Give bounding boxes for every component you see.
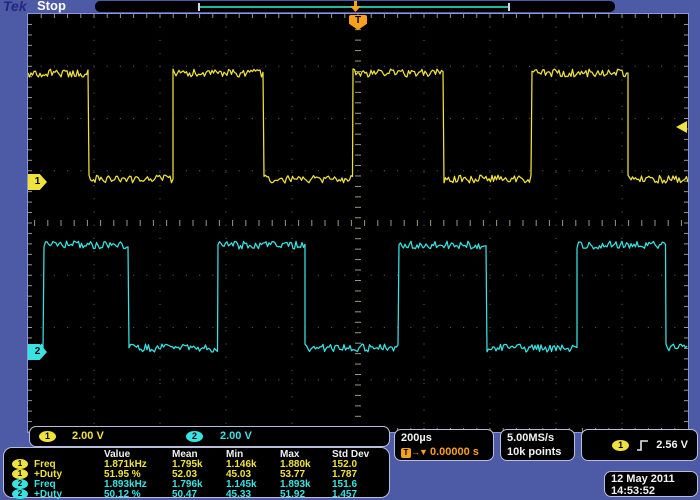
channel1-scale[interactable]: 2.00 V: [72, 430, 104, 442]
channel1-badge[interactable]: 1: [39, 431, 56, 442]
measurement-max: 51.92: [280, 489, 332, 500]
time-text: 14:53:52: [611, 485, 697, 497]
measurement-channel-badge: 1: [12, 459, 28, 469]
measurement-grid: Value Mean Min Max Std Dev 1Freq1.871kHz…: [4, 448, 389, 499]
trigger-level-value: 2.56 V: [656, 439, 688, 451]
timebase-scale: 200µs: [401, 431, 493, 445]
measurement-channel-badge: 2: [12, 489, 28, 499]
date-text: 12 May 2011: [611, 473, 697, 485]
trigger-position-arrowhead-icon[interactable]: [350, 6, 361, 12]
measurement-mean: 50.47: [172, 489, 226, 500]
graticule: T 1 2: [27, 13, 689, 433]
tek-logo: Tek: [3, 0, 27, 14]
trigger-position-readout: T→▼ 0.00000 s: [401, 445, 493, 459]
measurement-table: Value Mean Min Max Std Dev 1Freq1.871kHz…: [3, 447, 390, 498]
acquisition-readout[interactable]: 5.00MS/s 10k points: [500, 429, 575, 461]
timebase-readout[interactable]: 200µs T→▼ 0.00000 s: [394, 429, 494, 461]
measurement-name: +Duty: [34, 489, 104, 500]
waveform-plot: [28, 14, 688, 432]
channel-scale-readout: 1 2.00 V 2 2.00 V: [29, 426, 390, 447]
acquisition-status: Stop: [37, 0, 66, 13]
trigger-source-badge: 1: [612, 440, 629, 451]
measurement-stddev: 1.457: [332, 489, 391, 500]
measurement-min: 45.33: [226, 489, 280, 500]
window-left-bracket-icon: [198, 3, 200, 11]
window-right-bracket-icon: [508, 3, 510, 11]
record-length: 10k points: [507, 445, 574, 459]
record-view-bar[interactable]: [95, 1, 615, 12]
channel2-scale[interactable]: 2.00 V: [220, 430, 252, 442]
measurement-channel-badge: 2: [12, 479, 28, 489]
channel2-marker-label: 2: [35, 346, 41, 357]
trigger-readout[interactable]: 1 2.56 V: [581, 429, 698, 461]
sample-rate: 5.00MS/s: [507, 431, 574, 445]
measurement-value: 50.12 %: [104, 489, 172, 500]
trigger-position-value: 0.00000 s: [430, 446, 479, 458]
trigger-t-icon: T: [401, 448, 411, 458]
measurement-channel-badge: 1: [12, 469, 28, 479]
channel1-marker-label: 1: [35, 176, 41, 187]
datetime-readout: 12 May 2011 14:53:52: [604, 471, 698, 497]
trigger-flag-label: T: [355, 15, 361, 26]
oscilloscope-screen: Tek Stop T 1 2 1 2.00 V 2 2.00 V Value M…: [0, 0, 700, 500]
channel2-badge[interactable]: 2: [186, 431, 203, 442]
rising-edge-icon: [636, 439, 649, 452]
arrow-down-icons: →▼: [411, 447, 427, 457]
